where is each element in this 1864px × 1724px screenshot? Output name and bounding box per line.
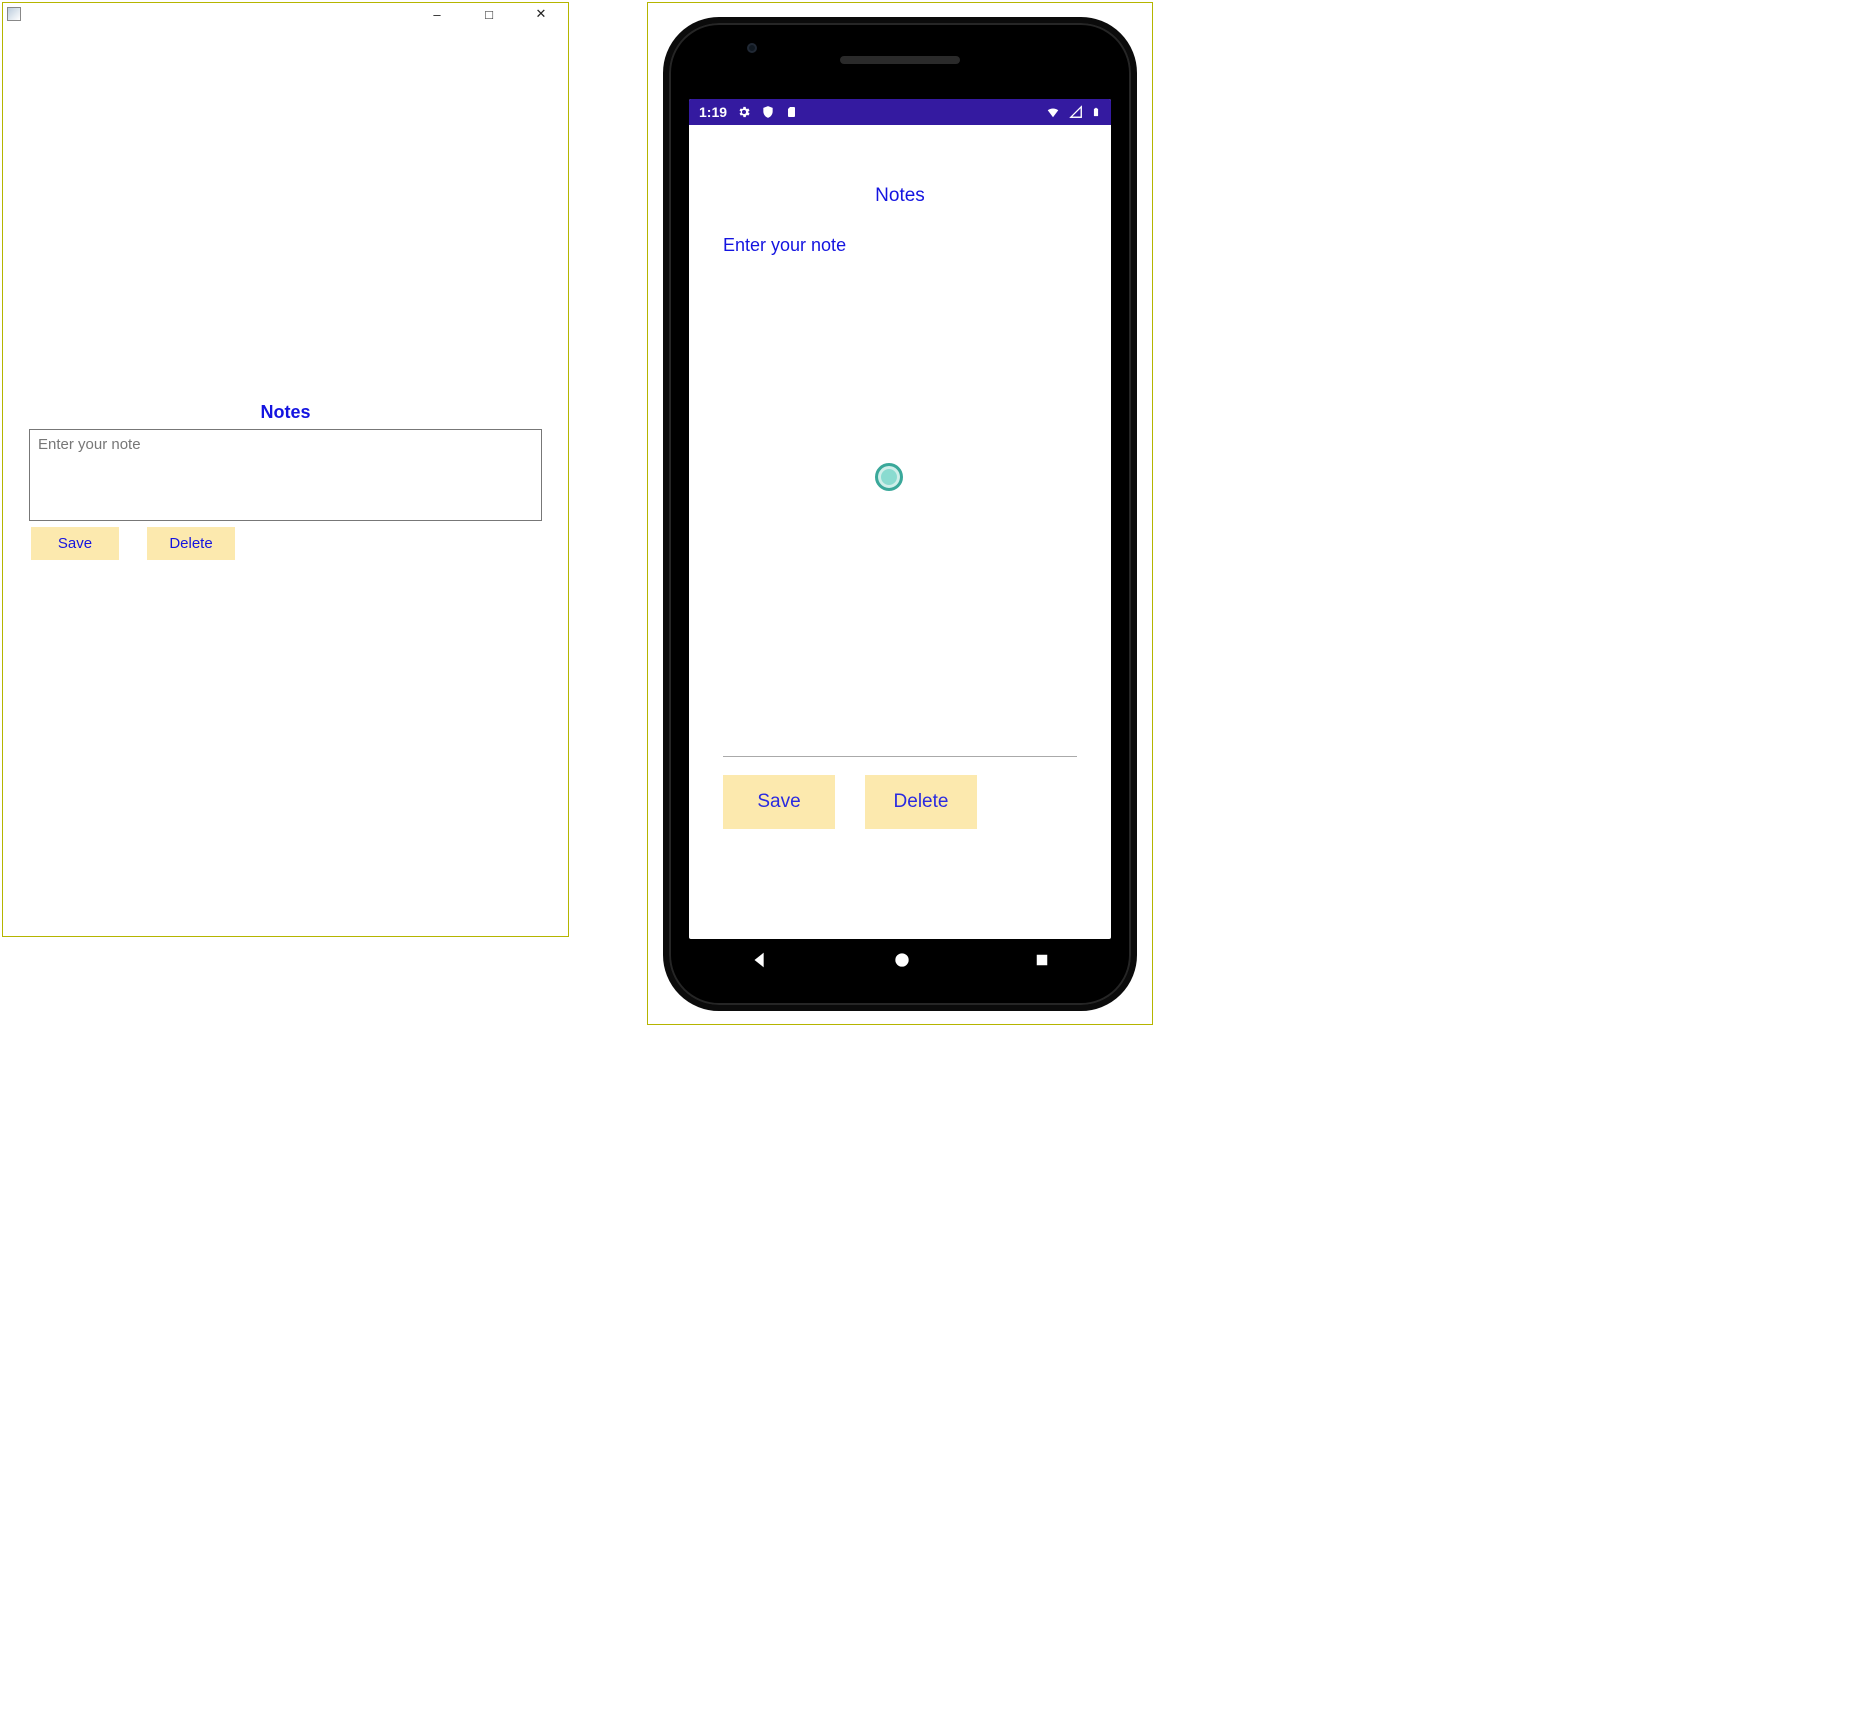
- signal-icon: [1069, 105, 1083, 119]
- phone-frame-wrap: 1:19: [647, 2, 1153, 1025]
- phone-screen: 1:19: [689, 99, 1111, 939]
- input-underline: [723, 756, 1077, 757]
- gear-icon: [737, 105, 751, 119]
- wifi-icon: [1045, 105, 1061, 119]
- window-controls: – □ ✕: [420, 5, 566, 23]
- home-icon[interactable]: [892, 950, 912, 975]
- status-bar: 1:19: [689, 99, 1111, 125]
- note-input[interactable]: [29, 429, 542, 521]
- page-title: Notes: [29, 402, 542, 423]
- note-input[interactable]: Enter your note: [723, 235, 1077, 256]
- app-icon: [7, 7, 21, 21]
- battery-icon: [1091, 104, 1101, 120]
- desktop-body: Notes Save Delete: [3, 25, 568, 936]
- status-right: [1045, 104, 1101, 120]
- recent-icon[interactable]: [1033, 951, 1051, 974]
- minimize-button[interactable]: –: [420, 5, 454, 23]
- save-button[interactable]: Save: [723, 775, 835, 829]
- button-row: Save Delete: [29, 527, 542, 560]
- nav-bar: [689, 941, 1111, 985]
- delete-button[interactable]: Delete: [147, 527, 235, 560]
- save-button[interactable]: Save: [31, 527, 119, 560]
- close-button[interactable]: ✕: [524, 5, 558, 23]
- phone-top-hardware: [669, 39, 1131, 81]
- sd-icon: [785, 105, 797, 119]
- front-camera: [747, 43, 757, 53]
- power-button: [1134, 305, 1137, 365]
- button-row: Save Delete: [723, 775, 1077, 829]
- speaker-grille: [840, 56, 960, 64]
- status-left: 1:19: [699, 104, 797, 120]
- delete-button[interactable]: Delete: [865, 775, 977, 829]
- back-icon[interactable]: [749, 949, 771, 976]
- page-title: Notes: [723, 185, 1077, 207]
- shield-icon: [761, 105, 775, 119]
- app-area: Notes Enter your note Save Delete: [689, 125, 1111, 939]
- titlebar: – □ ✕: [3, 3, 568, 25]
- status-time: 1:19: [699, 104, 727, 120]
- desktop-window: – □ ✕ Notes Save Delete: [2, 2, 569, 937]
- phone-frame: 1:19: [663, 17, 1137, 1011]
- touch-ripple-icon: [875, 463, 903, 491]
- maximize-button[interactable]: □: [472, 5, 506, 23]
